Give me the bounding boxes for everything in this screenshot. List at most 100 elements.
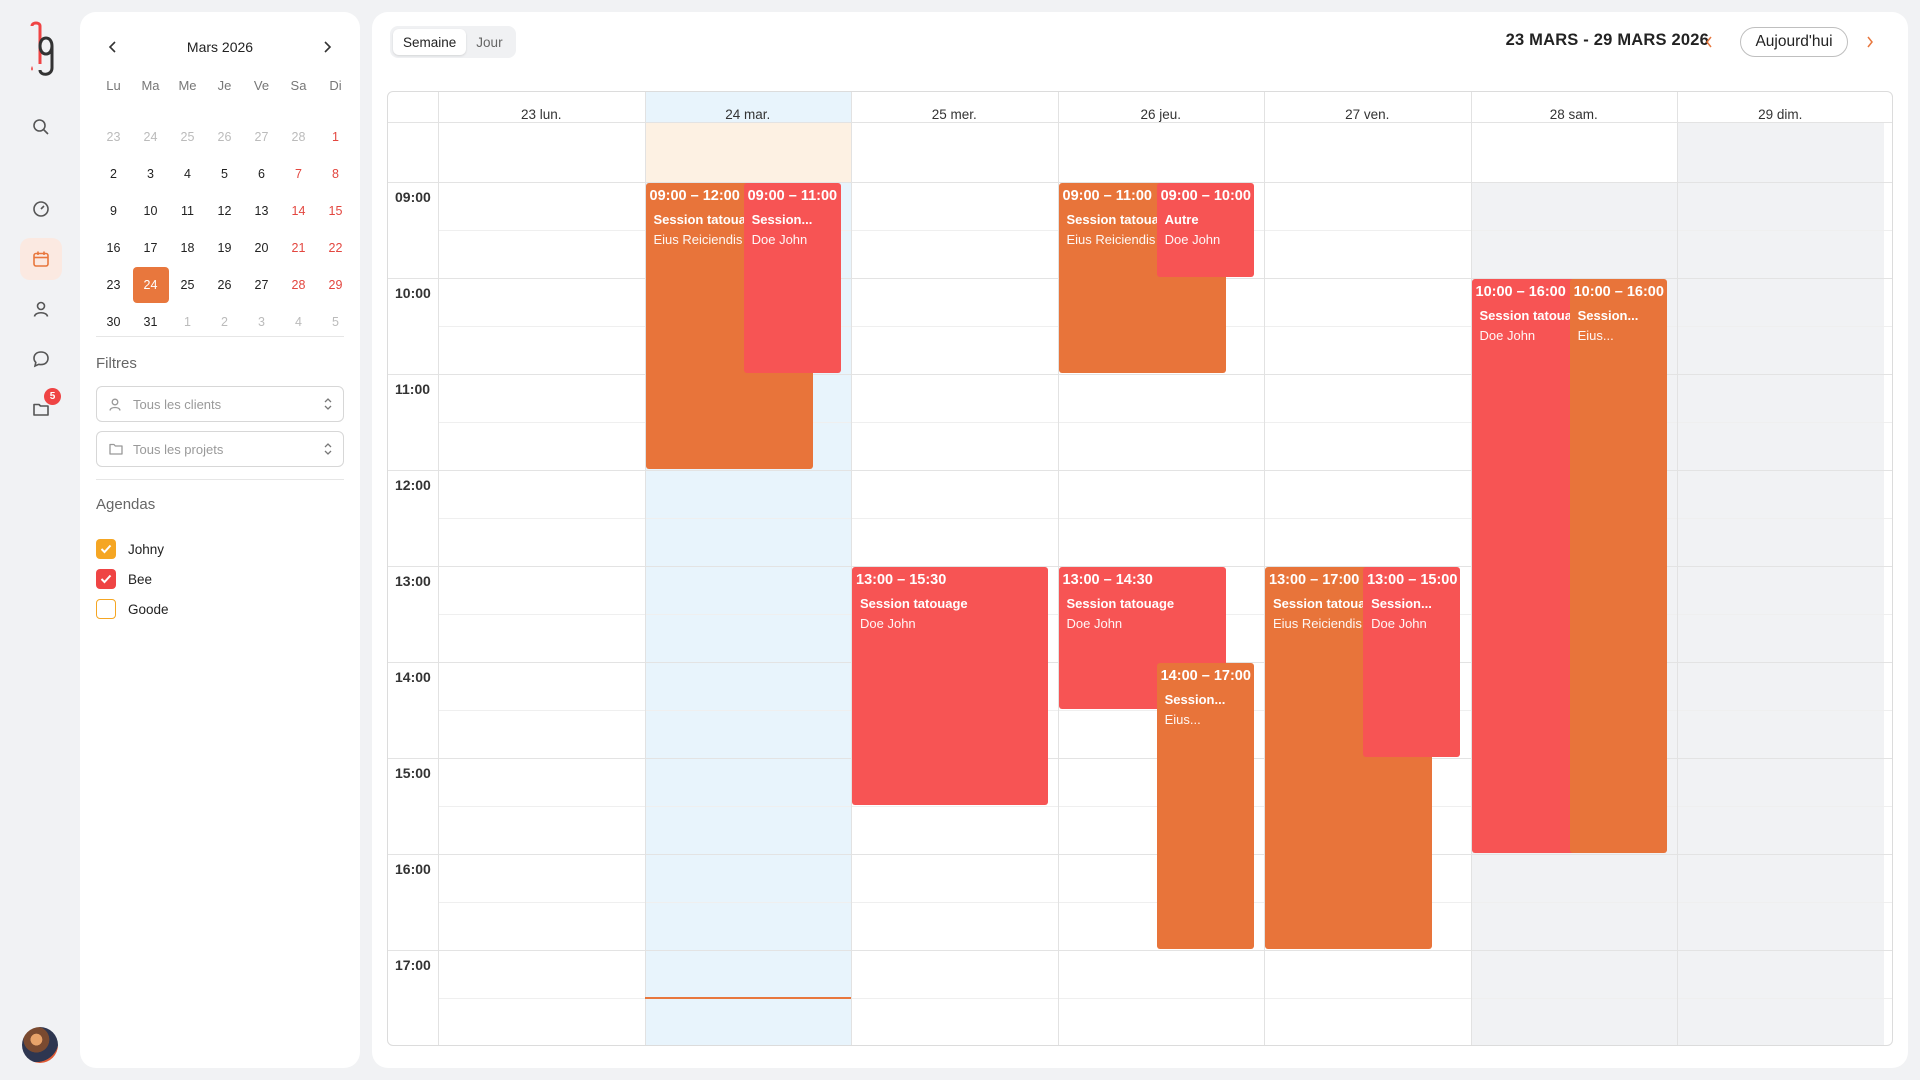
mini-calendar-day[interactable]: 23 — [95, 118, 132, 155]
day-header[interactable]: 23 lun. — [438, 107, 645, 122]
grid-line — [388, 470, 1892, 471]
messages-button[interactable] — [20, 338, 62, 380]
agenda-label: Johny — [128, 541, 165, 557]
mini-calendar-day-today[interactable]: 24 — [132, 266, 169, 303]
mini-calendar-day[interactable]: 1 — [169, 303, 206, 340]
client-filter-select[interactable]: Tous les clients — [96, 386, 344, 422]
mini-calendar-day[interactable]: 19 — [206, 229, 243, 266]
mini-calendar-day[interactable]: 4 — [280, 303, 317, 340]
time-label: 12:00 — [395, 477, 431, 493]
day-header[interactable]: 29 dim. — [1677, 107, 1884, 122]
view-day-button[interactable]: Jour — [466, 29, 512, 55]
mini-calendar-day[interactable]: 12 — [206, 192, 243, 229]
mini-calendar-day[interactable]: 2 — [206, 303, 243, 340]
mini-calendar-day[interactable]: 2 — [95, 155, 132, 192]
day-header[interactable]: 24 mar. — [645, 107, 852, 122]
grid-line-half — [438, 518, 1892, 519]
mini-calendar-prev-button[interactable] — [102, 36, 124, 58]
mini-calendar-day[interactable]: 25 — [169, 266, 206, 303]
event-client: Doe John — [860, 616, 916, 631]
mini-calendar-day[interactable]: 5 — [206, 155, 243, 192]
avatar[interactable] — [22, 1027, 58, 1063]
mini-calendar-day[interactable]: 10 — [132, 192, 169, 229]
calendar-event[interactable]: 13:00 – 15:30 Session tatouage Doe John — [852, 567, 1049, 805]
day-header[interactable]: 28 sam. — [1471, 107, 1678, 122]
mini-calendar-day[interactable]: 26 — [206, 118, 243, 155]
mini-calendar-day[interactable]: 30 — [95, 303, 132, 340]
previous-week-button[interactable] — [1699, 31, 1719, 53]
day-header[interactable]: 25 mer. — [851, 107, 1058, 122]
grid-line — [388, 374, 1892, 375]
mini-calendar-day[interactable]: 24 — [132, 118, 169, 155]
time-label: 11:00 — [395, 381, 431, 397]
notification-badge: 5 — [44, 388, 61, 405]
day-header[interactable]: 26 jeu. — [1058, 107, 1265, 122]
mini-calendar-day[interactable]: 3 — [243, 303, 280, 340]
mini-calendar-day[interactable]: 1 — [317, 118, 354, 155]
mini-calendar-day[interactable]: 27 — [243, 118, 280, 155]
current-time-indicator — [644, 997, 851, 999]
clients-button[interactable] — [20, 288, 62, 330]
mini-calendar-day[interactable]: 15 — [317, 192, 354, 229]
event-time: 09:00 – 10:00 — [1160, 188, 1251, 204]
mini-calendar-next-button[interactable] — [316, 36, 338, 58]
app-logo[interactable] — [24, 20, 58, 80]
mini-calendar-day[interactable]: 5 — [317, 303, 354, 340]
agenda-checkbox[interactable] — [96, 599, 116, 619]
mini-calendar-day[interactable]: 6 — [243, 155, 280, 192]
calendar-event[interactable]: 09:00 – 11:00 Session... Doe John — [743, 183, 841, 373]
calendar-button[interactable] — [20, 238, 62, 280]
search-button[interactable] — [20, 106, 62, 148]
mini-calendar-day[interactable]: 28 — [280, 266, 317, 303]
event-title: Autre — [1164, 212, 1199, 227]
grid-line — [388, 122, 1892, 123]
chevron-right-icon — [1867, 36, 1873, 48]
mini-calendar-day[interactable]: 13 — [243, 192, 280, 229]
mini-calendar-day[interactable]: 11 — [169, 192, 206, 229]
weekday-label: Me — [178, 78, 197, 93]
mini-calendar-day[interactable]: 28 — [280, 118, 317, 155]
mini-calendar-day[interactable]: 26 — [206, 266, 243, 303]
folder-icon — [109, 442, 123, 456]
mini-calendar-day[interactable]: 21 — [280, 229, 317, 266]
mini-calendar-day[interactable]: 3 — [132, 155, 169, 192]
mini-calendar-day[interactable]: 8 — [317, 155, 354, 192]
agenda-checkbox[interactable] — [96, 569, 116, 589]
time-label: 13:00 — [395, 573, 431, 589]
day-header[interactable]: 27 ven. — [1264, 107, 1471, 122]
today-button[interactable]: Aujourd'hui — [1740, 27, 1848, 57]
time-label: 17:00 — [395, 957, 431, 973]
event-client: Doe John — [1066, 616, 1123, 631]
agenda-item[interactable]: Johny — [96, 539, 164, 559]
mini-calendar-day[interactable]: 14 — [280, 192, 317, 229]
mini-calendar-day[interactable]: 4 — [169, 155, 206, 192]
mini-calendar-day[interactable]: 18 — [169, 229, 206, 266]
mini-calendar-day[interactable]: 25 — [169, 118, 206, 155]
calendar-event[interactable]: 13:00 – 15:00 Session... Doe John — [1363, 567, 1461, 757]
calendar-event[interactable]: 10:00 – 16:00 Session... Eius... — [1569, 279, 1667, 853]
project-filter-select[interactable]: Tous les projets — [96, 431, 344, 467]
mini-calendar-day[interactable]: 16 — [95, 229, 132, 266]
grid-column-line — [438, 92, 439, 1045]
agenda-item[interactable]: Bee — [96, 569, 152, 589]
agenda-checkbox[interactable] — [96, 539, 116, 559]
mini-calendar-day[interactable]: 31 — [132, 303, 169, 340]
mini-calendar-day[interactable]: 7 — [280, 155, 317, 192]
next-week-button[interactable] — [1860, 31, 1880, 53]
mini-calendar-day[interactable]: 27 — [243, 266, 280, 303]
event-client: Doe John — [751, 232, 808, 247]
event-time: 09:00 – 11:00 — [747, 188, 838, 204]
grid-line — [388, 758, 1892, 759]
mini-calendar-day[interactable]: 9 — [95, 192, 132, 229]
mini-calendar-day[interactable]: 29 — [317, 266, 354, 303]
dashboard-button[interactable] — [20, 188, 62, 230]
agenda-item[interactable]: Goode — [96, 599, 169, 619]
calendar-event[interactable]: 09:00 – 10:00 Autre Doe John — [1156, 183, 1254, 277]
view-week-button[interactable]: Semaine — [393, 29, 467, 55]
mini-calendar-day[interactable]: 20 — [243, 229, 280, 266]
main-panel: Semaine Jour 23 MARS - 29 MARS 2026 Aujo… — [372, 12, 1908, 1068]
mini-calendar-day[interactable]: 17 — [132, 229, 169, 266]
mini-calendar-day[interactable]: 23 — [95, 266, 132, 303]
calendar-event[interactable]: 14:00 – 17:00 Session... Eius... — [1156, 663, 1254, 949]
mini-calendar-day[interactable]: 22 — [317, 229, 354, 266]
